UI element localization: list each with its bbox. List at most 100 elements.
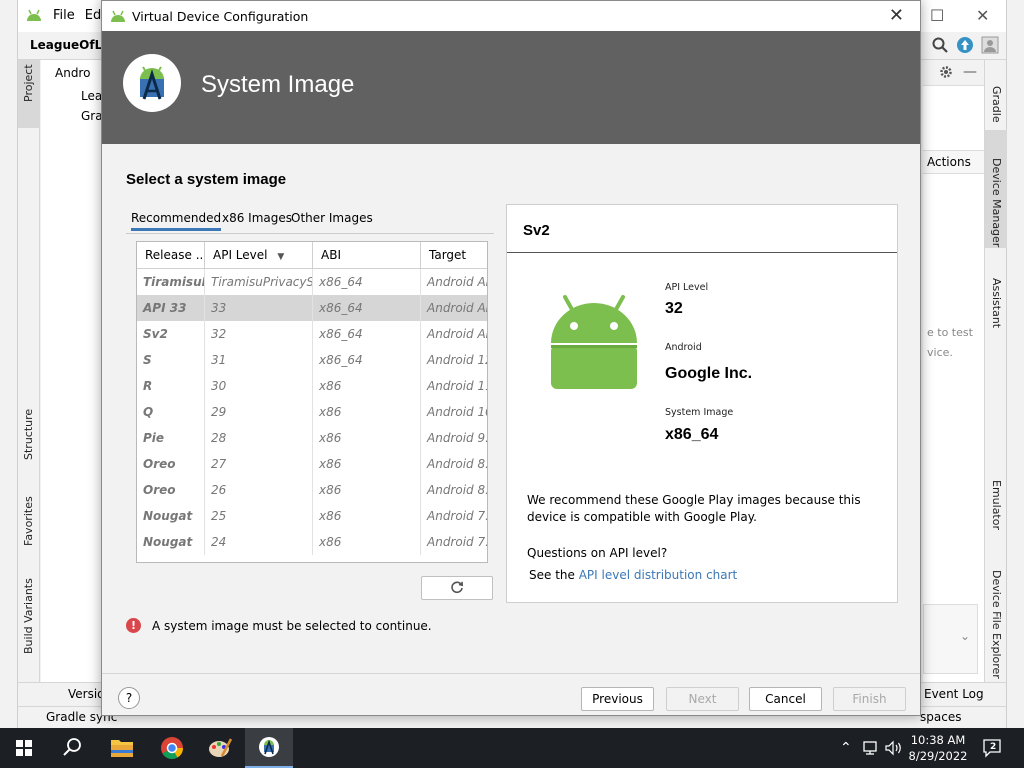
cell-target: Android 8.1 xyxy=(427,457,487,471)
cell-abi: x86_64 xyxy=(313,321,421,347)
cell-api: 31 xyxy=(205,347,313,373)
cell-api: 28 xyxy=(205,425,313,451)
cell-api: 29 xyxy=(205,399,313,425)
cell-target: Android 10. xyxy=(427,405,487,419)
table-row[interactable]: R30x86 Android 11. xyxy=(137,373,487,399)
tool-device-manager[interactable]: Device Manager xyxy=(990,158,1003,247)
table-row[interactable]: TiramisuPrTiramisuPrivacySanx86_64 Androi… xyxy=(137,269,487,295)
dialog-titlebar: Virtual Device Configuration ✕ xyxy=(102,1,920,31)
left-tool-stripe: Project Structure Favorites Build Varian… xyxy=(18,60,40,682)
minimize-icon[interactable]: — xyxy=(963,64,977,80)
system-image-table: Release ... API Level ▼ ABI Target Tiram… xyxy=(136,241,488,563)
cell-abi: x86 xyxy=(313,503,421,529)
cell-api: 32 xyxy=(205,321,313,347)
network-icon[interactable] xyxy=(862,740,880,756)
chevron-down-icon[interactable]: ⌄ xyxy=(960,629,970,643)
file-explorer-icon[interactable] xyxy=(98,728,146,768)
api-level-value: 32 xyxy=(665,300,683,317)
tool-emulator[interactable]: Emulator xyxy=(990,480,1003,530)
column-release[interactable]: Release ... xyxy=(137,242,205,269)
recommend-text: We recommend these Google Play images be… xyxy=(527,493,861,524)
tab-other-images[interactable]: Other Images xyxy=(291,211,373,225)
cancel-button[interactable]: Cancel xyxy=(749,687,822,711)
cell-abi: x86 xyxy=(313,529,421,555)
finish-button[interactable]: Finish xyxy=(833,687,906,711)
section-title: Select a system image xyxy=(126,171,287,188)
android-studio-icon xyxy=(259,737,279,757)
cell-abi: x86 xyxy=(313,399,421,425)
cell-target: Android 7.0 xyxy=(427,535,487,549)
hint-text-1: e to test xyxy=(927,326,973,339)
close-icon[interactable]: ✕ xyxy=(976,6,989,25)
table-row[interactable]: Nougat24x86 Android 7.0 xyxy=(137,529,487,555)
windows-start-icon[interactable] xyxy=(0,728,48,768)
volume-icon[interactable] xyxy=(884,740,904,756)
cell-target: Android AP xyxy=(427,301,488,315)
search-icon[interactable] xyxy=(48,728,96,768)
tool-event-log[interactable]: Event Log xyxy=(924,687,984,701)
menu-file[interactable]: File xyxy=(53,8,75,23)
android-studio-taskbar-item[interactable] xyxy=(245,728,293,768)
tab-x86-images[interactable]: x86 Images xyxy=(222,211,292,225)
panel-header: — xyxy=(923,60,985,86)
table-row[interactable]: Oreo26x86 Android 8.0 xyxy=(137,477,487,503)
maximize-icon[interactable]: ☐ xyxy=(930,6,944,25)
cell-abi: x86 xyxy=(313,451,421,477)
table-row[interactable]: S31x86_64 Android 12. xyxy=(137,347,487,373)
update-icon[interactable] xyxy=(956,36,974,54)
paint-icon[interactable] xyxy=(196,728,244,768)
search-icon[interactable] xyxy=(931,36,949,54)
tool-gradle[interactable]: Gradle xyxy=(990,86,1003,123)
column-abi[interactable]: ABI xyxy=(313,242,421,269)
tool-device-file-explorer[interactable]: Device File Explorer xyxy=(990,570,1003,679)
api-distribution-link[interactable]: API level distribution chart xyxy=(579,568,738,582)
column-api-level[interactable]: API Level ▼ xyxy=(205,242,313,269)
table-row[interactable]: API 33 33 x86_64 Android AP xyxy=(137,295,487,321)
table-row[interactable]: Q29x86 Android 10. xyxy=(137,399,487,425)
tray-chevron-up-icon[interactable]: ⌃ xyxy=(840,740,852,756)
system-image-label: System Image xyxy=(665,407,734,418)
tool-build-variants[interactable]: Build Variants xyxy=(22,578,35,654)
tool-structure[interactable]: Structure xyxy=(22,409,35,460)
table-row[interactable]: Sv2 32 x86_64 Android AP xyxy=(137,321,487,347)
gear-icon[interactable] xyxy=(939,65,953,79)
cell-api: 24 xyxy=(205,529,313,555)
tool-project[interactable]: Project xyxy=(22,64,35,102)
footer-divider xyxy=(102,673,920,674)
chrome-icon[interactable] xyxy=(148,728,196,768)
tab-recommended[interactable]: Recommended xyxy=(131,211,222,231)
windows-taskbar: ⌃ 10:38 AM 8/29/2022 2 xyxy=(0,728,1024,768)
avatar-icon[interactable] xyxy=(981,36,999,54)
cell-api: 27 xyxy=(205,451,313,477)
error-text: A system image must be selected to conti… xyxy=(152,619,432,633)
dialog-close-icon[interactable]: ✕ xyxy=(889,5,904,26)
tool-assistant[interactable]: Assistant xyxy=(990,278,1003,328)
column-target[interactable]: Target xyxy=(421,242,487,269)
image-details-panel: Sv2 API Level 32 Android Google Inc. Sys… xyxy=(506,204,898,603)
right-tool-stripe: Gradle Device Manager Assistant Emulator… xyxy=(984,60,1007,682)
tree-item-android[interactable]: Andro xyxy=(55,66,90,80)
next-button[interactable]: Next xyxy=(666,687,739,711)
status-indent[interactable]: spaces xyxy=(920,710,961,724)
previous-button[interactable]: Previous xyxy=(581,687,654,711)
cell-api: 26 xyxy=(205,477,313,503)
taskbar-clock[interactable]: 10:38 AM 8/29/2022 xyxy=(905,732,971,764)
cell-release: Oreo xyxy=(137,451,205,477)
virtual-device-configuration-dialog: Virtual Device Configuration ✕ System Im… xyxy=(101,0,921,716)
help-button[interactable]: ? xyxy=(118,687,140,709)
tool-favorites[interactable]: Favorites xyxy=(22,496,35,546)
refresh-button[interactable] xyxy=(421,576,493,600)
notifications-button[interactable]: 2 xyxy=(982,738,1004,758)
refresh-icon xyxy=(451,581,464,594)
cell-target: Android AP xyxy=(427,327,488,341)
cell-target: Android 7.1 xyxy=(427,509,487,523)
hint-text-2: vice. xyxy=(927,346,953,359)
table-row[interactable]: Oreo27x86 Android 8.1 xyxy=(137,451,487,477)
api-level-label: API Level xyxy=(665,282,709,293)
tabs-divider xyxy=(126,233,494,234)
dialog-banner: System Image xyxy=(102,31,920,144)
cell-target: Android 8.0 xyxy=(427,483,487,497)
dialog-title: Virtual Device Configuration xyxy=(132,9,309,24)
table-row[interactable]: Pie28x86 Android 9.0 xyxy=(137,425,487,451)
table-row[interactable]: Nougat25x86 Android 7.1 xyxy=(137,503,487,529)
